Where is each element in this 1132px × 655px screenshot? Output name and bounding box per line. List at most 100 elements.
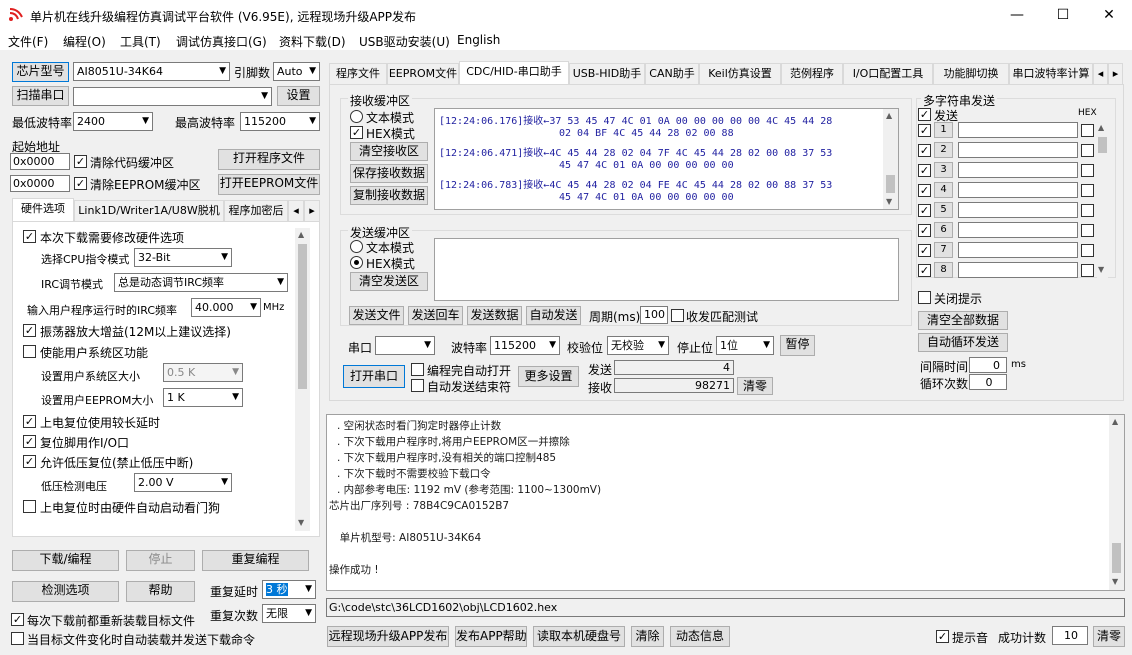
serial-port-select[interactable]: ▼: [375, 336, 435, 355]
tab-can[interactable]: CAN助手: [645, 63, 699, 85]
tab-baud-calc[interactable]: 串口波特率计算: [1009, 63, 1093, 85]
multi-row-input[interactable]: [958, 182, 1078, 198]
help-button[interactable]: 帮助: [126, 581, 195, 602]
interval-input[interactable]: 0: [969, 357, 1007, 373]
baud-select[interactable]: 115200 ▼: [490, 336, 560, 355]
multi-row-checkbox[interactable]: ✓: [918, 244, 931, 257]
send-file-button[interactable]: 发送文件: [349, 306, 404, 325]
lvr-checkbox[interactable]: ✓: [23, 455, 36, 468]
multi-row-hex-checkbox[interactable]: [1081, 144, 1094, 157]
remote-upgrade-button[interactable]: 远程现场升级APP发布: [327, 626, 449, 647]
repeat-program-button[interactable]: 重复编程: [202, 550, 309, 571]
irc-freq-input[interactable]: 40.000 ▼: [191, 298, 261, 317]
multi-row-send-button[interactable]: 2: [934, 142, 953, 158]
chip-model-button[interactable]: 芯片型号: [12, 62, 69, 82]
tab-program-file[interactable]: 程序文件: [329, 63, 387, 85]
multi-row-send-button[interactable]: 7: [934, 242, 953, 258]
reset-io-checkbox[interactable]: ✓: [23, 435, 36, 448]
menu-file[interactable]: 文件(F): [8, 33, 48, 50]
menu-usb-driver[interactable]: USB驱动安装(U): [359, 33, 450, 50]
menu-program[interactable]: 编程(O): [63, 33, 106, 50]
rx-text-mode-radio[interactable]: [350, 110, 363, 123]
lvd-select[interactable]: 2.00 V ▼: [134, 473, 232, 492]
irc-mode-select[interactable]: 总是动态调节IRC频率 ▼: [114, 273, 288, 292]
auto-reload-checkbox[interactable]: [11, 632, 24, 645]
clear-log-button[interactable]: 清除: [631, 626, 664, 647]
tab-examples[interactable]: 范例程序: [781, 63, 843, 85]
tab-keil-sim[interactable]: Keil仿真设置: [699, 63, 781, 85]
scrollbar-thumb[interactable]: [886, 175, 895, 193]
multi-row-input[interactable]: [958, 222, 1078, 238]
send-buffer-input[interactable]: [434, 238, 899, 301]
multi-row-input[interactable]: [958, 142, 1078, 158]
multi-row-input[interactable]: [958, 202, 1078, 218]
stop-bits-select[interactable]: 1位 ▼: [716, 336, 774, 355]
chip-model-select[interactable]: AI8051U-34K64 ▼: [73, 62, 230, 81]
clear-rx-button[interactable]: 清空接收区: [350, 142, 428, 161]
auto-end-checkbox[interactable]: [411, 379, 424, 392]
multi-send-all-checkbox[interactable]: ✓: [918, 108, 931, 121]
multi-row-checkbox[interactable]: ✓: [918, 204, 931, 217]
download-program-button[interactable]: 下载/编程: [12, 550, 119, 571]
tab-eeprom-file[interactable]: EEPROM文件: [387, 63, 459, 85]
scrollbar-thumb[interactable]: [298, 244, 307, 389]
save-rx-button[interactable]: 保存接收数据: [350, 164, 428, 183]
multi-send-scrollbar[interactable]: ▲ ▼: [1097, 121, 1108, 279]
cpu-mode-select[interactable]: 32-Bit ▼: [134, 248, 232, 267]
sys-area-checkbox[interactable]: [23, 345, 36, 358]
tab-scroll-right[interactable]: ▸: [1108, 63, 1123, 85]
maximize-button[interactable]: ☐: [1040, 0, 1086, 30]
send-data-button[interactable]: 发送数据: [467, 306, 522, 325]
scroll-down-icon[interactable]: ▼: [298, 518, 304, 527]
stop-button[interactable]: 停止: [126, 550, 195, 571]
multi-row-input[interactable]: [958, 122, 1078, 138]
scroll-down-icon[interactable]: ▼: [886, 197, 892, 206]
multi-row-checkbox[interactable]: ✓: [918, 124, 931, 137]
tab-usb-hid[interactable]: USB-HID助手: [569, 63, 645, 85]
log-scrollbar[interactable]: ▲ ▼: [1109, 415, 1124, 590]
multi-row-send-button[interactable]: 6: [934, 222, 953, 238]
multi-row-send-button[interactable]: 4: [934, 182, 953, 198]
port-select[interactable]: ▼: [73, 87, 272, 106]
more-settings-button[interactable]: 更多设置: [518, 366, 579, 387]
multi-row-send-button[interactable]: 1: [934, 122, 953, 138]
receive-buffer-text[interactable]: [12:24:06.176]接收←37 53 45 47 4C 01 0A 00…: [434, 108, 899, 210]
close-button[interactable]: ✕: [1086, 0, 1132, 30]
tab-pin-switch[interactable]: 功能脚切换: [933, 63, 1009, 85]
multi-row-hex-checkbox[interactable]: [1081, 164, 1094, 177]
rx-scrollbar[interactable]: ▲ ▼: [883, 109, 898, 209]
copy-rx-button[interactable]: 复制接收数据: [350, 186, 428, 205]
minimize-button[interactable]: —: [994, 0, 1040, 30]
clear-code-checkbox[interactable]: ✓: [74, 155, 87, 168]
scroll-up-icon[interactable]: ▲: [1112, 417, 1118, 426]
multi-row-hex-checkbox[interactable]: [1081, 264, 1094, 277]
scroll-up-icon[interactable]: ▲: [1098, 123, 1104, 132]
code-address-input[interactable]: 0x0000: [10, 153, 70, 170]
wdt-checkbox[interactable]: [23, 500, 36, 513]
multi-row-hex-checkbox[interactable]: [1081, 124, 1094, 137]
period-input[interactable]: 100: [640, 306, 668, 324]
menu-debug[interactable]: 调试仿真接口(G): [176, 33, 267, 50]
tab-scroll-left[interactable]: ◂: [1093, 63, 1108, 85]
auto-open-checkbox[interactable]: [411, 363, 424, 376]
repeat-count-select[interactable]: 无限 ▼: [262, 604, 316, 623]
beep-checkbox[interactable]: ✓: [936, 630, 949, 643]
scroll-down-icon[interactable]: ▼: [1112, 577, 1118, 586]
loop-count-input[interactable]: 0: [969, 374, 1007, 390]
tab-scroll-right[interactable]: ▸: [304, 200, 320, 222]
clear-eeprom-checkbox[interactable]: ✓: [74, 177, 87, 190]
eeprom-size-select[interactable]: 1 K ▼: [163, 388, 243, 407]
tab-encryption[interactable]: 程序加密后: [224, 200, 288, 222]
scan-port-button[interactable]: 扫描串口: [12, 86, 69, 106]
tab-scroll-left[interactable]: ◂: [288, 200, 304, 222]
pins-select[interactable]: Auto ▼: [273, 62, 320, 81]
scroll-up-icon[interactable]: ▲: [886, 111, 892, 120]
auto-send-button[interactable]: 自动发送: [526, 306, 581, 325]
multi-row-send-button[interactable]: 8: [934, 262, 953, 278]
tx-hex-mode-radio[interactable]: [350, 256, 363, 269]
multi-row-hex-checkbox[interactable]: [1081, 204, 1094, 217]
multi-row-checkbox[interactable]: ✓: [918, 184, 931, 197]
multi-row-hex-checkbox[interactable]: [1081, 184, 1094, 197]
menu-english[interactable]: English: [457, 33, 500, 47]
multi-row-input[interactable]: [958, 262, 1078, 278]
